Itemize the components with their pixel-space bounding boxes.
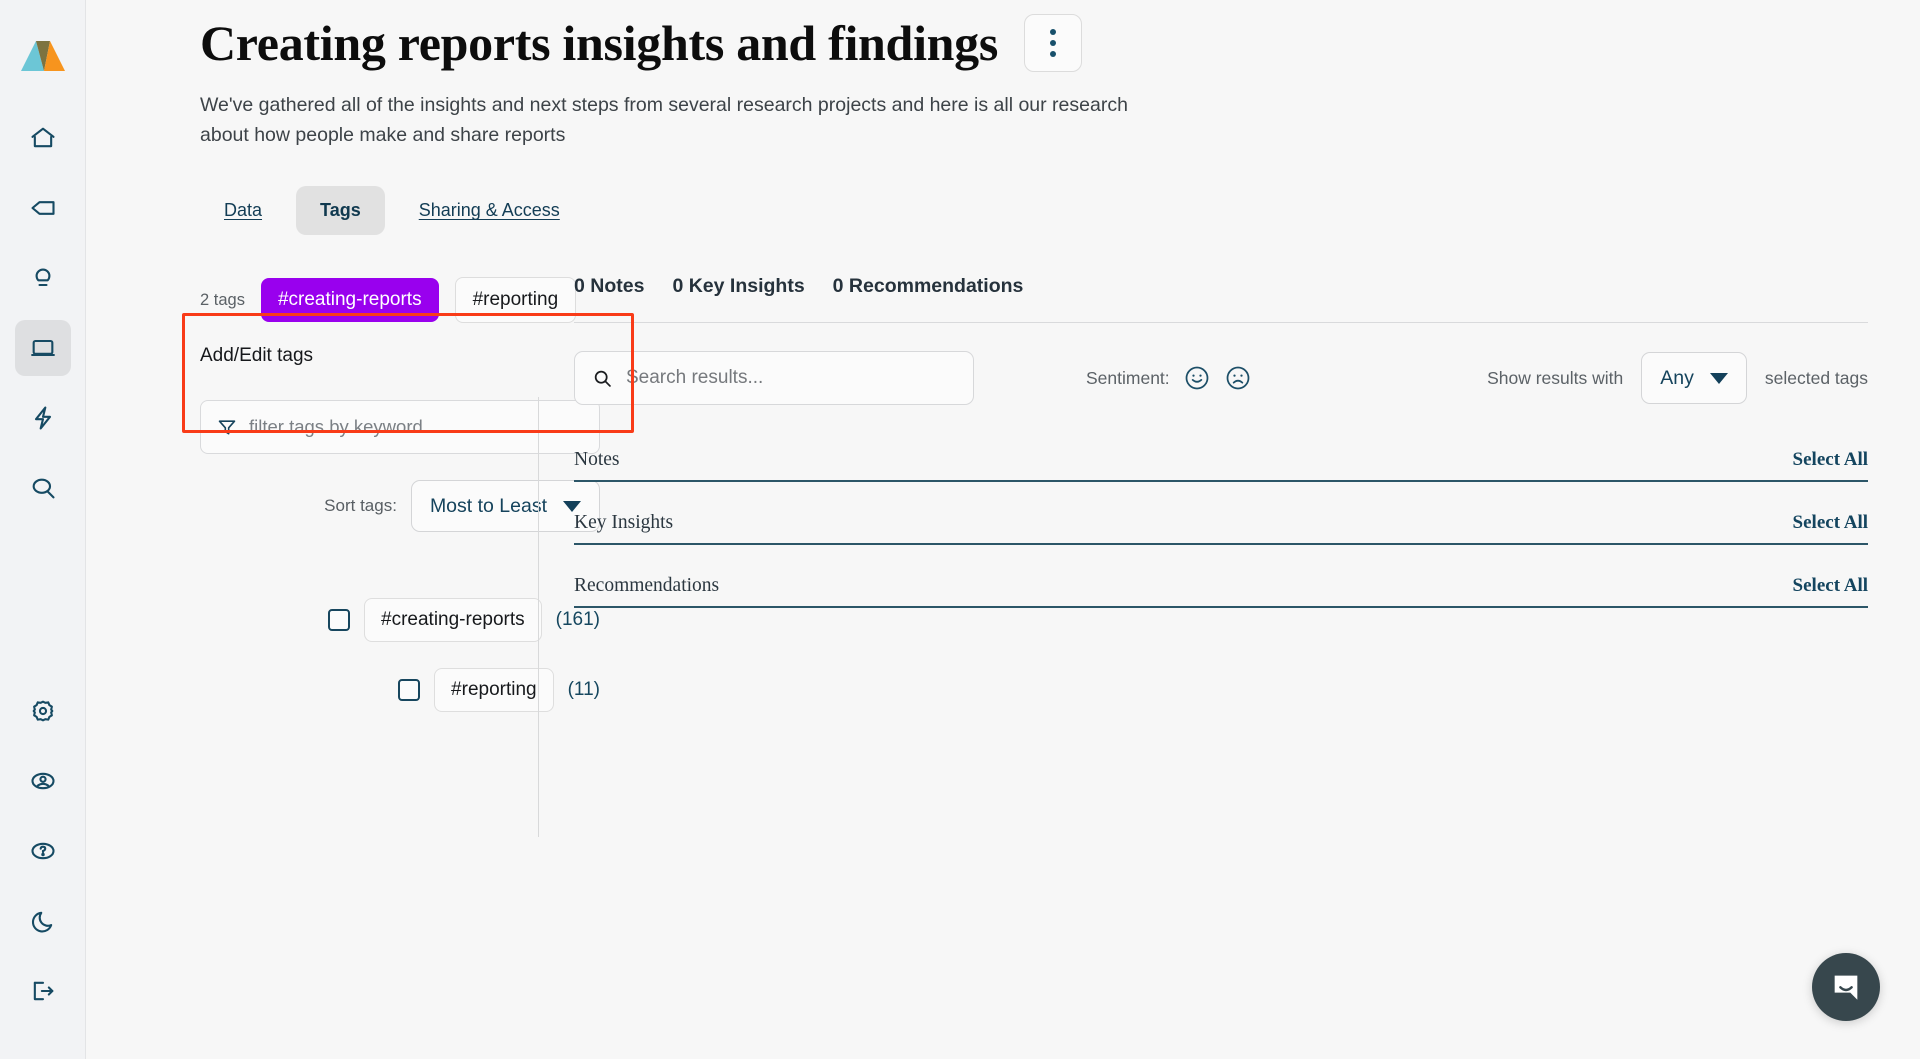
- sidebar-item-insights[interactable]: [15, 250, 71, 306]
- show-results-filter: Show results with Any selected tags: [1487, 352, 1868, 405]
- tab-tags[interactable]: Tags: [296, 186, 385, 236]
- section-header: Key Insights Select All: [574, 512, 1868, 543]
- tag-checkbox-reporting[interactable]: [398, 679, 421, 702]
- sidebar-item-help[interactable]: [15, 823, 71, 879]
- sidebar-item-reports[interactable]: [14, 320, 71, 376]
- sidebar-item-logout[interactable]: [15, 963, 71, 1019]
- show-results-select[interactable]: Any: [1641, 352, 1747, 405]
- tab-sharing-access[interactable]: Sharing & Access: [395, 186, 584, 235]
- section-title-notes: Notes: [574, 449, 620, 471]
- page-subtitle: We've gathered all of the insights and n…: [200, 94, 1128, 147]
- select-all-recommendations[interactable]: Select All: [1793, 575, 1868, 597]
- frowny-face-icon[interactable]: [1224, 364, 1252, 392]
- sidebar-item-home[interactable]: [15, 110, 71, 166]
- left-sidebar: [0, 0, 86, 1059]
- more-options-button[interactable]: [1024, 14, 1083, 72]
- counter-recommendations: 0 Recommendations: [832, 275, 1024, 298]
- intercom-chat-button[interactable]: [1812, 953, 1880, 1021]
- sentiment-filter: Sentiment:: [1086, 364, 1252, 392]
- sentiment-label: Sentiment:: [1086, 367, 1170, 388]
- results-toolbar: Search results... Sentiment: Show result…: [574, 351, 1868, 406]
- results-panel: 0 Notes 0 Key Insights 0 Recommendations…: [539, 257, 1920, 837]
- sidebar-item-settings[interactable]: [15, 683, 71, 739]
- sidebar-item-search[interactable]: [15, 460, 71, 516]
- results-counters: 0 Notes 0 Key Insights 0 Recommendations: [574, 257, 1868, 298]
- tab-data[interactable]: Data: [200, 186, 286, 235]
- sidebar-item-activity[interactable]: [15, 390, 71, 446]
- page-title: Creating reports insights and findings: [200, 15, 999, 71]
- page-header: Creating reports insights and findings W…: [86, 14, 1920, 150]
- tag-label-creating-reports[interactable]: #creating-reports: [364, 598, 542, 643]
- section-recommendations: Recommendations Select All: [574, 575, 1868, 609]
- section-divider: [574, 480, 1868, 483]
- results-sections: Notes Select All Key Insights Select All: [574, 449, 1868, 609]
- filter-tags-placeholder: filter tags by keyword...: [249, 416, 439, 438]
- tags-panel: 2 tags #creating-reports #reporting Add/…: [86, 257, 600, 837]
- content-columns: 2 tags #creating-reports #reporting Add/…: [86, 257, 1920, 838]
- tags-count-label: 2 tags: [200, 290, 245, 309]
- title-row: Creating reports insights and findings: [200, 14, 1880, 72]
- sidebar-item-dark-mode[interactable]: [15, 893, 71, 949]
- kebab-dot-icon: [1050, 40, 1057, 46]
- chevron-down-icon: [1709, 372, 1728, 384]
- section-title-key-insights: Key Insights: [574, 512, 674, 534]
- kebab-dot-icon: [1050, 51, 1057, 57]
- app-root: Creating reports insights and findings W…: [0, 0, 1920, 1059]
- smiley-face-icon[interactable]: [1183, 364, 1211, 392]
- applied-tag-creating-reports[interactable]: #creating-reports: [260, 278, 439, 323]
- tag-label-reporting[interactable]: #reporting: [434, 668, 554, 713]
- sidebar-item-account[interactable]: [15, 753, 71, 809]
- main-content: Creating reports insights and findings W…: [86, 0, 1920, 1059]
- select-all-notes[interactable]: Select All: [1793, 449, 1868, 471]
- counter-key-insights: 0 Key Insights: [672, 275, 805, 298]
- section-divider: [574, 543, 1868, 546]
- select-all-key-insights[interactable]: Select All: [1793, 512, 1868, 534]
- counter-notes: 0 Notes: [574, 275, 645, 298]
- section-notes: Notes Select All: [574, 449, 1868, 483]
- search-results-placeholder: Search results...: [626, 367, 764, 389]
- section-header: Recommendations Select All: [574, 575, 1868, 606]
- show-results-prefix-label: Show results with: [1487, 367, 1624, 388]
- funnel-icon: [218, 420, 236, 435]
- search-icon: [594, 370, 611, 387]
- section-title-recommendations: Recommendations: [574, 575, 720, 597]
- section-key-insights: Key Insights Select All: [574, 512, 1868, 546]
- section-header: Notes Select All: [574, 449, 1868, 480]
- search-results-input[interactable]: Search results...: [574, 351, 974, 406]
- sidebar-bottom-group: [15, 683, 71, 1059]
- tab-bar: Data Tags Sharing & Access: [86, 186, 1920, 236]
- show-results-value: Any: [1660, 366, 1694, 389]
- section-divider: [574, 606, 1868, 609]
- counters-divider: [574, 322, 1868, 324]
- sort-tags-label: Sort tags:: [324, 496, 397, 516]
- tag-checkbox-creating-reports[interactable]: [328, 609, 351, 632]
- show-results-suffix-label: selected tags: [1764, 367, 1868, 388]
- sidebar-item-tags[interactable]: [15, 180, 71, 236]
- sort-tags-value: Most to Least: [429, 494, 547, 517]
- kebab-dot-icon: [1050, 29, 1057, 35]
- aurelius-logo[interactable]: [17, 26, 69, 78]
- applied-tags-row: 2 tags #creating-reports #reporting: [200, 257, 577, 324]
- add-edit-tags-link[interactable]: Add/Edit tags: [200, 345, 506, 367]
- chat-bubble-icon: [1834, 975, 1858, 1000]
